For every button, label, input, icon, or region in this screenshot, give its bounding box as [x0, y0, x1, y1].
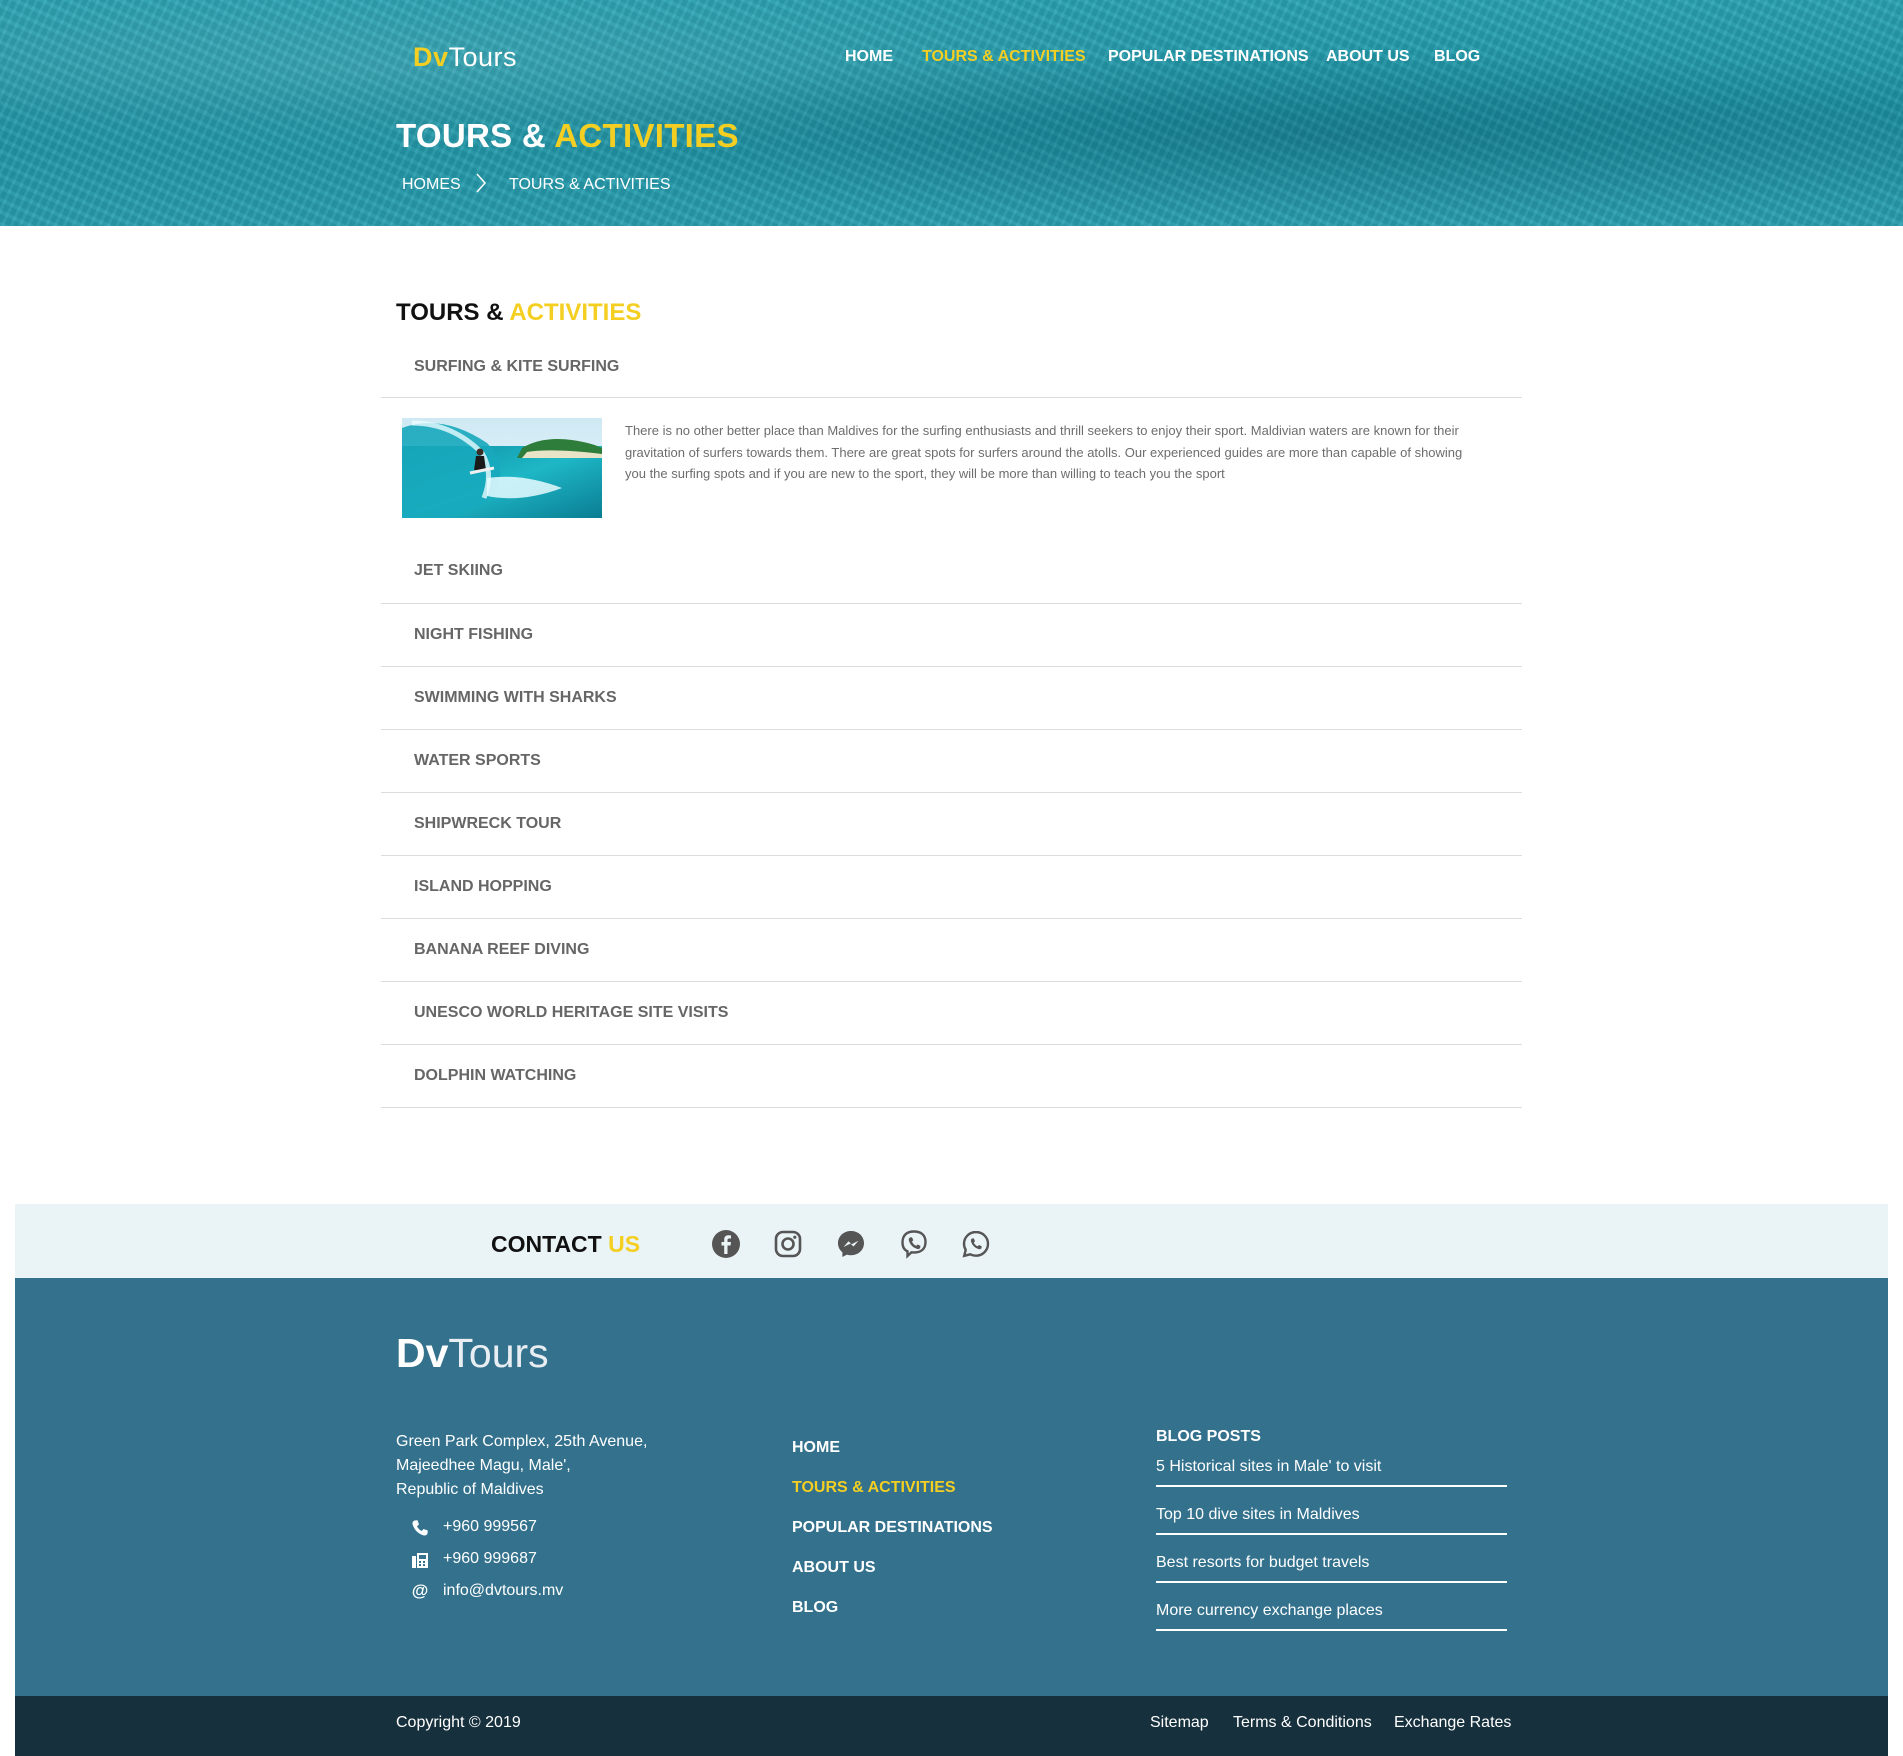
phone-icon	[412, 1520, 428, 1536]
section-title: TOURS & ACTIVITIES	[396, 299, 641, 327]
footer-nav-tours-activities[interactable]: TOURS & ACTIVITIES	[792, 1479, 956, 1497]
blog-post-link[interactable]: 5 Historical sites in Male' to visit	[1156, 1458, 1507, 1487]
accordion-item-night-fishing[interactable]: NIGHT FISHING	[381, 604, 1522, 667]
surfing-description: There is no other better place than Mald…	[625, 423, 1463, 481]
sitemap-link[interactable]: Sitemap	[1150, 1714, 1209, 1732]
contact-title-part-a: CONTACT	[491, 1231, 609, 1257]
accordion-item-swimming-with-sharks[interactable]: SWIMMING WITH SHARKS	[381, 667, 1522, 730]
viber-icon[interactable]	[899, 1229, 929, 1259]
whatsapp-icon[interactable]	[961, 1229, 991, 1259]
accordion-item-label: SWIMMING WITH SHARKS	[414, 689, 617, 706]
accordion-item-surfing[interactable]: SURFING & KITE SURFING	[381, 340, 1522, 398]
footer-nav-popular-destinations[interactable]: POPULAR DESTINATIONS	[792, 1519, 993, 1537]
accordion-item-label: DOLPHIN WATCHING	[414, 1067, 577, 1084]
fax-icon	[412, 1553, 428, 1568]
accordion-item-label: ISLAND HOPPING	[414, 878, 552, 895]
blog-post-link[interactable]: More currency exchange places	[1156, 1602, 1507, 1631]
contact-title: CONTACT US	[491, 1231, 640, 1258]
accordion-item-dolphin-watching[interactable]: DOLPHIN WATCHING	[381, 1045, 1522, 1108]
accordion-item-label: WATER SPORTS	[414, 752, 541, 769]
blog-posts-title: BLOG POSTS	[1156, 1428, 1261, 1445]
accordion-item-banana-reef-diving[interactable]: BANANA REEF DIVING	[381, 919, 1522, 982]
at-icon: @	[411, 1581, 429, 1600]
copyright-bar	[15, 1696, 1888, 1756]
blog-post-link[interactable]: Best resorts for budget travels	[1156, 1554, 1507, 1583]
terms-link[interactable]: Terms & Conditions	[1233, 1714, 1372, 1732]
hero-title-part-a: TOURS &	[396, 117, 555, 154]
address-line-1: Green Park Complex, 25th Avenue,	[396, 1433, 648, 1450]
hero-title-part-b: ACTIVITIES	[554, 117, 739, 154]
accordion-item-label: JET SKIING	[414, 562, 503, 579]
footer-phone[interactable]: +960 999567	[443, 1518, 537, 1536]
footer-logo[interactable]: DvTours	[396, 1330, 549, 1377]
accordion-item-shipwreck-tour[interactable]: SHIPWRECK TOUR	[381, 793, 1522, 856]
hero-title: TOURS & ACTIVITIES	[396, 117, 739, 155]
hero-banner: DvTours HOME TOURS & ACTIVITIES POPULAR …	[0, 0, 1903, 226]
section-title-part-b: ACTIVITIES	[509, 299, 642, 326]
accordion-item-island-hopping[interactable]: ISLAND HOPPING	[381, 856, 1522, 919]
breadcrumb-current: TOURS & ACTIVITIES	[509, 176, 671, 193]
instagram-icon[interactable]	[773, 1229, 803, 1259]
surfing-image	[402, 418, 602, 518]
main-nav: HOME TOURS & ACTIVITIES POPULAR DESTINAT…	[0, 48, 1903, 70]
nav-about-us[interactable]: ABOUT US	[1326, 48, 1410, 66]
accordion-item-label: SHIPWRECK TOUR	[414, 815, 562, 832]
accordion-item-label: BANANA REEF DIVING	[414, 941, 590, 958]
footer-email[interactable]: info@dvtours.mv	[443, 1582, 563, 1600]
chevron-right-icon	[476, 173, 487, 193]
accordion-item-label: SURFING & KITE SURFING	[414, 358, 620, 375]
address-line-3: Republic of Maldives	[396, 1481, 544, 1498]
nav-blog[interactable]: BLOG	[1434, 48, 1480, 66]
footer-nav-blog[interactable]: BLOG	[792, 1599, 838, 1617]
nav-tours-activities[interactable]: TOURS & ACTIVITIES	[922, 48, 1086, 66]
nav-home[interactable]: HOME	[845, 48, 893, 66]
footer-nav-home[interactable]: HOME	[792, 1439, 840, 1457]
footer-logo-prefix: Dv	[396, 1330, 449, 1376]
contact-title-part-b: US	[608, 1231, 641, 1257]
copyright-text: Copyright © 2019	[396, 1714, 521, 1731]
footer-logo-suffix: Tours	[448, 1330, 549, 1376]
page: DvTours HOME TOURS & ACTIVITIES POPULAR …	[0, 0, 1903, 1756]
breadcrumb-home[interactable]: HOMES	[402, 176, 461, 194]
section-title-part-a: TOURS &	[396, 299, 510, 326]
footer-nav-about-us[interactable]: ABOUT US	[792, 1559, 876, 1577]
facebook-icon[interactable]	[711, 1229, 741, 1259]
accordion-item-label: UNESCO WORLD HERITAGE SITE VISITS	[414, 1004, 729, 1021]
accordion-item-jet-skiing[interactable]: JET SKIING	[381, 545, 1522, 604]
messenger-icon[interactable]	[836, 1229, 866, 1259]
accordion-item-unesco-visits[interactable]: UNESCO WORLD HERITAGE SITE VISITS	[381, 982, 1522, 1045]
footer-address: Green Park Complex, 25th Avenue, Majeedh…	[396, 1430, 647, 1502]
contact-bar	[15, 1204, 1888, 1278]
accordion-item-water-sports[interactable]: WATER SPORTS	[381, 730, 1522, 793]
accordion-item-label: NIGHT FISHING	[414, 626, 534, 643]
exchange-rates-link[interactable]: Exchange Rates	[1394, 1714, 1511, 1732]
footer-fax: +960 999687	[443, 1550, 537, 1567]
nav-popular-destinations[interactable]: POPULAR DESTINATIONS	[1108, 48, 1309, 66]
address-line-2: Majeedhee Magu, Male',	[396, 1457, 571, 1474]
blog-post-link[interactable]: Top 10 dive sites in Maldives	[1156, 1506, 1507, 1535]
